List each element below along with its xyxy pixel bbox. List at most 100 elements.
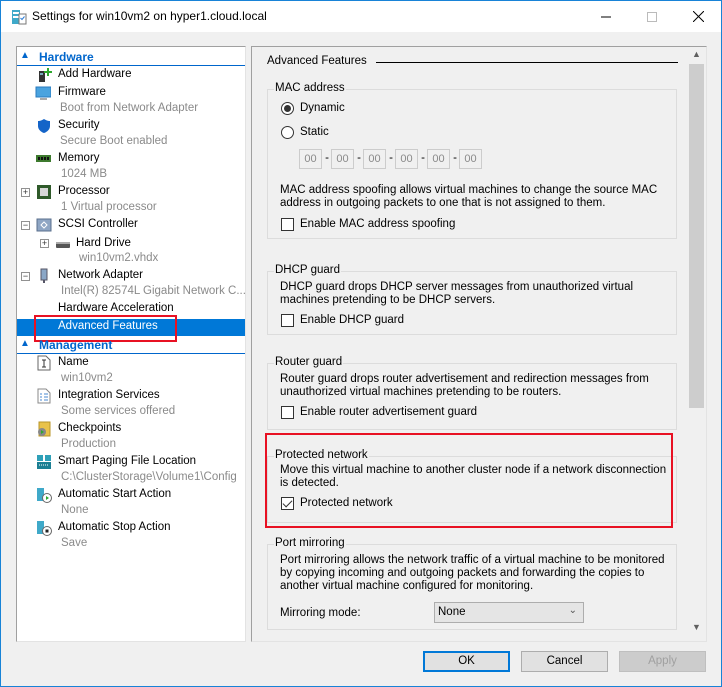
port-mirroring-group: Port mirroring Port mirroring allows the…	[267, 537, 677, 630]
group-title: MAC address	[274, 82, 346, 94]
tree-item-security[interactable]: Security	[17, 118, 245, 135]
mac-spoofing-description: MAC address spoofing allows virtual mach…	[280, 184, 658, 209]
tree-item-add-hardware[interactable]: Add Hardware	[17, 67, 245, 84]
shield-icon	[38, 119, 50, 133]
tree-item-label: Smart Paging File Location	[58, 455, 197, 467]
tree-item-label: Hardware Acceleration	[58, 302, 174, 314]
mac-separator: -	[325, 152, 329, 164]
mac-octet-4[interactable]: 00	[395, 149, 418, 169]
scrollbar-thumb[interactable]	[689, 64, 704, 408]
maximize-icon	[647, 11, 657, 22]
tree-item-hard-drive[interactable]: + Hard Drive	[17, 236, 245, 253]
tree-item-label: Hard Drive	[76, 237, 131, 249]
smart-paging-icon	[37, 455, 51, 469]
automatic-stop-icon	[37, 521, 52, 536]
mac-octet-1[interactable]: 00	[299, 149, 322, 169]
tree-item-network-adapter[interactable]: − Network Adapter	[17, 268, 245, 285]
tree-item-detail: Secure Boot enabled	[60, 135, 168, 147]
collapse-chevron-icon[interactable]: ▲	[20, 338, 30, 349]
tree-item-label: Add Hardware	[58, 68, 132, 80]
dhcp-guard-checkbox[interactable]	[281, 314, 294, 327]
scroll-down-icon[interactable]: ▼	[687, 622, 706, 639]
group-title: Port mirroring	[274, 537, 346, 549]
collapse-icon[interactable]: −	[21, 272, 30, 281]
tree-item-detail: 1024 MB	[61, 168, 108, 180]
tree-item-automatic-stop-action[interactable]: Automatic Stop Action	[17, 520, 245, 537]
group-title: Router guard	[274, 356, 344, 368]
firmware-icon	[35, 86, 51, 100]
tree-item-label: Memory	[58, 152, 100, 164]
tree-item-detail: Boot from Network Adapter	[60, 102, 199, 114]
vertical-scrollbar[interactable]: ▲ ▼	[687, 47, 706, 641]
tree-item-automatic-start-action[interactable]: Automatic Start Action	[17, 487, 245, 504]
router-guard-checkbox[interactable]	[281, 406, 294, 419]
dynamic-radio[interactable]	[281, 102, 294, 115]
mac-octet-6[interactable]: 00	[459, 149, 482, 169]
mac-address-group: MAC address Dynamic Static 00 - 00 - 00 …	[267, 82, 677, 239]
collapse-icon[interactable]: −	[21, 221, 30, 230]
tree-item-detail: Intel(R) 82574L Gigabit Network C...	[61, 285, 246, 297]
cancel-button[interactable]: Cancel	[521, 651, 608, 672]
ok-button[interactable]: OK	[423, 651, 510, 672]
minimize-icon	[601, 16, 611, 17]
mirroring-mode-select[interactable]: None ⌄	[434, 602, 584, 623]
mac-separator: -	[389, 152, 393, 164]
vm-settings-app-icon	[12, 10, 27, 25]
tree-item-checkpoints[interactable]: Checkpoints	[17, 421, 245, 438]
tree-item-label: Processor	[58, 185, 110, 197]
tree-item-processor[interactable]: + Processor	[17, 184, 245, 201]
tree-item-detail: None	[61, 504, 89, 516]
router-guard-description: Router guard drops router advertisement …	[280, 373, 649, 398]
settings-tree[interactable]: ▲ Hardware Add Hardware Firmware Boot fr…	[16, 46, 246, 642]
tree-item-detail: Some services offered	[61, 405, 176, 417]
group-title: DHCP guard	[274, 264, 341, 276]
advanced-features-panel: Advanced Features MAC address Dynamic St…	[251, 46, 707, 642]
add-hardware-icon	[39, 68, 52, 82]
dhcp-guard-group: DHCP guard DHCP guard drops DHCP server …	[267, 264, 677, 335]
chevron-down-icon: ⌄	[568, 605, 577, 616]
router-guard-label[interactable]: Enable router advertisement guard	[300, 406, 477, 418]
panel-title: Advanced Features	[267, 55, 367, 67]
static-radio-label[interactable]: Static	[300, 126, 329, 138]
tree-item-firmware[interactable]: Firmware	[17, 85, 245, 102]
tree-item-scsi-controller[interactable]: − SCSI Controller	[17, 217, 245, 234]
mirroring-mode-value: None	[438, 606, 466, 618]
section-header-hardware[interactable]: ▲ Hardware	[17, 49, 245, 66]
maximize-button[interactable]	[629, 1, 675, 32]
tree-item-integration-services[interactable]: Integration Services	[17, 388, 245, 405]
collapse-chevron-icon[interactable]: ▲	[20, 50, 30, 61]
dhcp-guard-label[interactable]: Enable DHCP guard	[300, 314, 404, 326]
checkpoints-icon	[38, 421, 51, 437]
tree-item-name[interactable]: Name	[17, 355, 245, 372]
network-adapter-icon	[40, 268, 48, 283]
router-guard-group: Router guard Router guard drops router a…	[267, 356, 677, 430]
close-button[interactable]	[675, 1, 721, 32]
mac-octet-3[interactable]: 00	[363, 149, 386, 169]
scsi-controller-icon	[36, 218, 52, 232]
mac-spoofing-checkbox[interactable]	[281, 218, 294, 231]
port-mirroring-description: Port mirroring allows the network traffi…	[280, 554, 665, 592]
tree-item-detail: win10vm2.vhdx	[79, 252, 159, 264]
mac-octet-5[interactable]: 00	[427, 149, 450, 169]
expand-icon[interactable]: +	[21, 188, 30, 197]
section-header-management[interactable]: ▲ Management	[17, 337, 245, 354]
automatic-start-icon	[37, 488, 52, 503]
tree-item-label: Checkpoints	[58, 422, 122, 434]
tree-item-detail: C:\ClusterStorage\Volume1\Config	[61, 471, 237, 483]
tree-item-label: Network Adapter	[58, 269, 144, 281]
tree-item-label: Integration Services	[58, 389, 160, 401]
static-radio[interactable]	[281, 126, 294, 139]
expand-icon[interactable]: +	[40, 239, 49, 248]
minimize-button[interactable]	[583, 1, 629, 32]
tree-item-smart-paging-file-location[interactable]: Smart Paging File Location	[17, 454, 245, 471]
dynamic-radio-label[interactable]: Dynamic	[300, 102, 345, 114]
mac-octet-2[interactable]: 00	[331, 149, 354, 169]
apply-button[interactable]: Apply	[619, 651, 706, 672]
tree-item-memory[interactable]: Memory	[17, 151, 245, 168]
name-icon	[37, 355, 51, 371]
tree-item-detail: Production	[61, 438, 116, 450]
window-title: Settings for win10vm2 on hyper1.cloud.lo…	[32, 9, 267, 23]
tree-item-label: Firmware	[58, 86, 106, 98]
mac-spoofing-label[interactable]: Enable MAC address spoofing	[300, 218, 455, 230]
tree-item-detail: win10vm2	[61, 372, 113, 384]
